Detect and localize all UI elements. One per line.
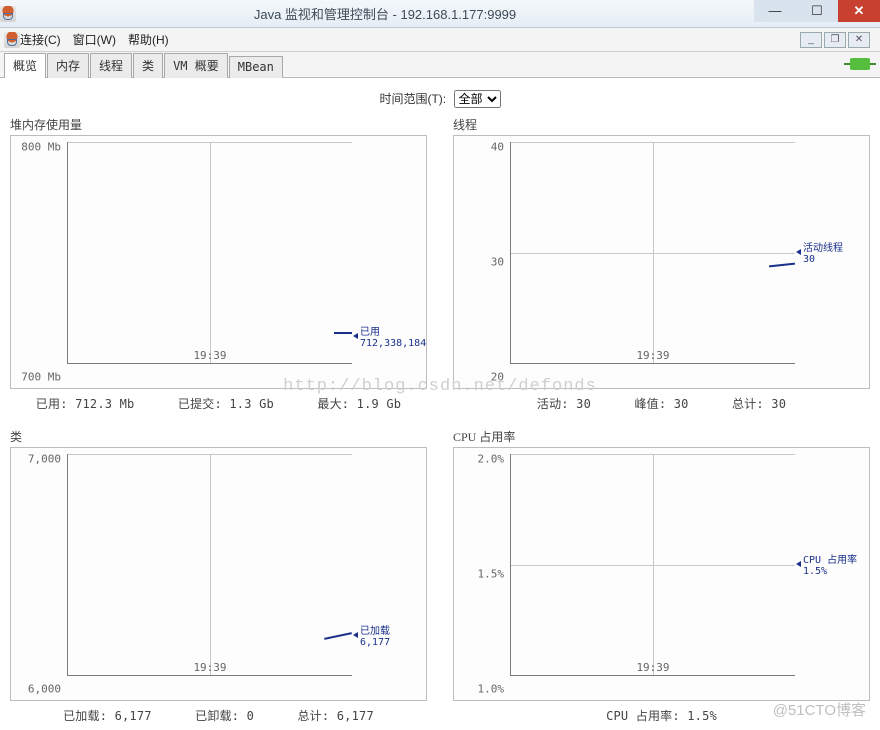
y-tick: 30 — [491, 256, 504, 269]
panel-heap: 堆内存使用量 800 Mb 700 Mb 已用 712,338,184 — [10, 116, 427, 412]
marker-value: 6,177 — [360, 637, 390, 648]
close-button[interactable]: ✕ — [838, 0, 880, 22]
stats-heap: 已用: 712.3 Mb 已提交: 1.3 Gb 最大: 1.9 Gb — [10, 395, 427, 412]
window-title: Java 监视和管理控制台 - 192.168.1.177:9999 — [16, 4, 754, 23]
menubar: 连接(C) 窗口(W) 帮助(H) _ ❐ ✕ — [0, 28, 880, 52]
content: 时间范围(T): 全部 堆内存使用量 800 Mb 700 Mb — [0, 78, 880, 724]
panel-threads: 线程 40 30 20 活动线程 30 — [453, 116, 870, 412]
titlebar: Java 监视和管理控制台 - 192.168.1.177:9999 — ☐ ✕ — [0, 0, 880, 28]
menu-connect[interactable]: 连接(C) — [20, 31, 61, 48]
x-tick: 19:39 — [511, 661, 795, 674]
panel-cpu: CPU 占用率 2.0% 1.5% 1.0% CPU 占用率 1.5% — [453, 428, 870, 724]
mdi-close-button[interactable]: ✕ — [848, 32, 870, 48]
menu-help[interactable]: 帮助(H) — [128, 31, 169, 48]
plot-marker — [324, 632, 352, 640]
panel-classes-frame: 7,000 6,000 已加载 6,177 19:39 — [10, 447, 427, 701]
panel-heap-frame: 800 Mb 700 Mb 已用 712,338,184 19:39 — [10, 135, 427, 389]
menu-window[interactable]: 窗口(W) — [73, 31, 116, 48]
y-tick: 40 — [491, 140, 504, 153]
mdi-controls: _ ❐ ✕ — [800, 32, 876, 48]
window-buttons: — ☐ ✕ — [754, 6, 880, 22]
y-tick: 700 Mb — [21, 371, 61, 384]
panel-classes-title: 类 — [10, 428, 427, 445]
tab-memory[interactable]: 内存 — [47, 53, 89, 78]
panel-heap-title: 堆内存使用量 — [10, 116, 427, 133]
chart-cpu: 2.0% 1.5% 1.0% CPU 占用率 1.5% 19:39 — [460, 454, 863, 694]
plot-threads: 活动线程 30 19:39 — [510, 142, 795, 364]
maximize-button[interactable]: ☐ — [796, 0, 838, 22]
plot-heap: 已用 712,338,184 19:39 — [67, 142, 352, 364]
mdi-restore-button[interactable]: ❐ — [824, 32, 846, 48]
marker-title: CPU 占用率 — [803, 555, 857, 566]
tab-overview[interactable]: 概览 — [4, 53, 46, 78]
mdi-minimize-button[interactable]: _ — [800, 32, 822, 48]
tab-threads[interactable]: 线程 — [90, 53, 132, 78]
chart-threads: 40 30 20 活动线程 30 19:39 — [460, 142, 863, 382]
java-icon — [0, 6, 16, 22]
marker-value: 1.5% — [803, 566, 827, 577]
y-tick: 800 Mb — [21, 140, 61, 153]
chart-heap: 800 Mb 700 Mb 已用 712,338,184 19:39 — [17, 142, 420, 382]
panel-threads-frame: 40 30 20 活动线程 30 19:39 — [453, 135, 870, 389]
marker-value: 712,338,184 — [360, 338, 426, 349]
y-tick: 2.0% — [478, 452, 505, 465]
panel-cpu-title: CPU 占用率 — [453, 428, 870, 445]
plot-classes: 已加载 6,177 19:39 — [67, 454, 352, 676]
y-tick: 1.0% — [478, 683, 505, 696]
y-tick: 6,000 — [28, 683, 61, 696]
panel-cpu-frame: 2.0% 1.5% 1.0% CPU 占用率 1.5% 19:39 — [453, 447, 870, 701]
plot-marker — [769, 262, 795, 267]
stats-classes: 已加载: 6,177 已卸载: 0 总计: 6,177 — [10, 707, 427, 724]
stats-threads: 活动: 30 峰值: 30 总计: 30 — [453, 395, 870, 412]
chart-classes: 7,000 6,000 已加载 6,177 19:39 — [17, 454, 420, 694]
plot-cpu: CPU 占用率 1.5% 19:39 — [510, 454, 795, 676]
marker-value: 30 — [803, 254, 815, 265]
time-range-select[interactable]: 全部 — [454, 90, 501, 108]
x-tick: 19:39 — [511, 349, 795, 362]
panel-threads-title: 线程 — [453, 116, 870, 133]
time-range-label: 时间范围(T): — [379, 92, 446, 106]
y-tick: 1.5% — [478, 568, 505, 581]
tab-classes[interactable]: 类 — [133, 53, 163, 78]
x-tick: 19:39 — [68, 349, 352, 362]
tab-mbean[interactable]: MBean — [229, 56, 283, 78]
java-icon — [4, 32, 20, 48]
panel-classes: 类 7,000 6,000 已加载 6,177 — [10, 428, 427, 724]
minimize-button[interactable]: — — [754, 0, 796, 22]
x-tick: 19:39 — [68, 661, 352, 674]
marker-title: 活动线程 — [803, 243, 843, 254]
y-tick: 7,000 — [28, 452, 61, 465]
stats-cpu: CPU 占用率: 1.5% — [453, 707, 870, 724]
connection-status-icon — [844, 58, 876, 77]
tabbar: 概览 内存 线程 类 VM 概要 MBean — [0, 52, 880, 78]
tab-vmsummary[interactable]: VM 概要 — [164, 53, 228, 78]
time-range-row: 时间范围(T): 全部 — [10, 90, 870, 108]
y-tick: 20 — [491, 371, 504, 384]
marker-title: 已加载 — [360, 626, 390, 637]
marker-title: 已用 — [360, 327, 380, 338]
plot-marker — [334, 332, 352, 334]
